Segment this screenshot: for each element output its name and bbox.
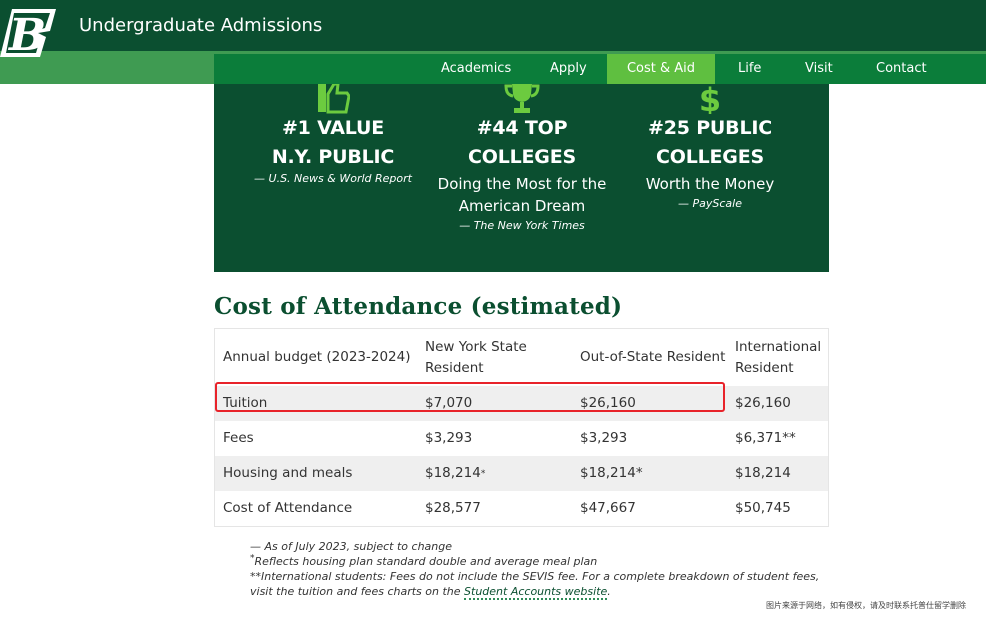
table-row-total: Cost of Attendance $28,577 $47,667 $50,7…	[215, 491, 828, 526]
cell-ny: $3,293	[425, 430, 473, 446]
cell-out-of-state: $3,293	[580, 430, 628, 446]
footnote-date: — As of July 2023, subject to change	[250, 540, 453, 553]
cell-out-of-state: $47,667	[580, 500, 636, 516]
row-label: Fees	[223, 430, 254, 446]
stat-rank: #44 TOP	[476, 117, 568, 139]
footnote-link-suffix: .	[607, 585, 611, 598]
nav-item-life[interactable]: Life	[738, 54, 761, 84]
stat-description: Doing the Most for the American Dream	[437, 175, 607, 215]
main-nav: Academics Apply Cost & Aid Life Visit Co…	[214, 54, 986, 84]
cost-section-title: Cost of Attendance (estimated)	[214, 293, 623, 320]
header-out-of-state: Out-of-State Resident	[580, 349, 726, 365]
stat-category: COLLEGES	[656, 146, 764, 168]
cell-ny: $7,070	[425, 395, 473, 411]
stat-source: — The New York Times	[459, 219, 585, 232]
footnote-housing: *Reflects housing plan standard double a…	[250, 554, 850, 569]
image-credit: 图片来源于网络，如有侵权，请及时联系托普仕留学删除	[766, 601, 966, 610]
cell-international: $26,160	[735, 395, 791, 411]
stat-category: COLLEGES	[468, 146, 576, 168]
stat-rank: #25 PUBLIC	[648, 117, 772, 139]
dollar-icon: $	[699, 84, 721, 114]
nav-item-cost-aid[interactable]: Cost & Aid	[607, 54, 715, 84]
footnotes: — As of July 2023, subject to change *Re…	[250, 539, 850, 600]
stat-category: N.Y. PUBLIC	[271, 146, 395, 168]
table-row-housing: Housing and meals $18,214 * $18,214* $18,…	[215, 456, 828, 491]
header-ny-resident: New York State Resident	[425, 338, 527, 376]
cell-international: $50,745	[735, 500, 791, 516]
binghamton-logo[interactable]: B	[0, 7, 58, 61]
footnote-international: **International students: Fees do not in…	[250, 570, 820, 583]
stat-top-colleges: #44 TOP COLLEGES Doing the Most for the …	[422, 84, 622, 235]
nav-item-contact[interactable]: Contact	[876, 54, 927, 84]
cost-table: Annual budget (2023-2024) New York State…	[214, 328, 829, 527]
footnote-link-line: visit the tuition and fees charts on the…	[250, 584, 850, 600]
stat-rank: #1 VALUE	[281, 117, 385, 139]
stat-public-colleges: $ #25 PUBLIC COLLEGES Worth the Money — …	[610, 84, 810, 213]
logo-letter: B	[7, 10, 46, 59]
svg-text:$: $	[699, 84, 721, 114]
cell-ny: $28,577	[425, 500, 481, 516]
nav-item-academics[interactable]: Academics	[441, 54, 511, 84]
trophy-icon	[504, 84, 540, 113]
nav-item-visit[interactable]: Visit	[805, 54, 833, 84]
footnote-link-prefix: visit the tuition and fees charts on the	[250, 585, 465, 598]
table-row-tuition: Tuition $7,070 $26,160 $26,160	[215, 386, 828, 421]
stat-source: — PayScale	[678, 197, 742, 210]
table-row-fees: Fees $3,293 $3,293 $6,371**	[215, 421, 828, 456]
nav-item-apply[interactable]: Apply	[550, 54, 587, 84]
thumbs-up-icon	[318, 84, 350, 114]
header-international: International Resident	[735, 338, 822, 376]
cell-out-of-state: $18,214*	[580, 465, 643, 481]
student-accounts-link[interactable]: Student Accounts website	[464, 585, 608, 600]
stat-value: #1 VALUE N.Y. PUBLIC — U.S. News & World…	[233, 84, 433, 188]
stat-source: — U.S. News & World Report	[254, 172, 412, 185]
row-label: Tuition	[223, 395, 268, 411]
cell-ny: $18,214 *	[425, 456, 575, 491]
cell-international: $18,214	[735, 465, 791, 481]
cell-ny-value: $18,214	[425, 465, 481, 481]
row-label: Cost of Attendance	[223, 500, 353, 516]
cell-international: $6,371**	[735, 430, 796, 446]
rankings-hero: #1 VALUE N.Y. PUBLIC — U.S. News & World…	[214, 84, 829, 272]
row-label: Housing and meals	[223, 465, 353, 481]
footnote-housing-text: Reflects housing plan standard double an…	[254, 555, 598, 568]
stat-description: Worth the Money	[645, 175, 775, 193]
cell-out-of-state: $26,160	[580, 395, 636, 411]
table-header-row: Annual budget (2023-2024) New York State…	[215, 329, 828, 386]
site-title[interactable]: Undergraduate Admissions	[79, 15, 322, 36]
header-budget: Annual budget (2023-2024)	[223, 349, 411, 365]
